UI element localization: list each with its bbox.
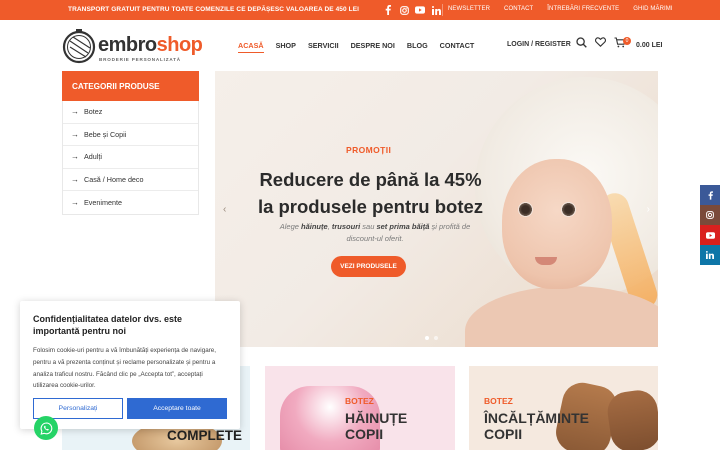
linkedin-icon[interactable] <box>700 245 720 265</box>
youtube-icon[interactable] <box>415 4 425 16</box>
embroidery-hoop-icon <box>62 29 96 64</box>
instagram-icon[interactable] <box>700 205 720 225</box>
nav-shop[interactable]: SHOP <box>276 41 296 53</box>
cart-total[interactable]: 0.00 LEI <box>636 42 662 49</box>
search-icon[interactable] <box>576 37 587 48</box>
top-bar: TRANSPORT GRATUIT PENTRU TOATE COMENZILE… <box>0 0 720 20</box>
link-faq[interactable]: ÎNTREBĂRI FRECVENTE <box>547 6 619 12</box>
arrow-right-icon: → <box>71 129 79 139</box>
logo-wordmark: embroshop <box>98 34 203 56</box>
card-image <box>605 387 658 450</box>
category-botez[interactable]: → Botez <box>63 101 198 124</box>
free-shipping-notice: TRANSPORT GRATUIT PENTRU TOATE COMENZILE… <box>68 6 360 13</box>
nav-contact[interactable]: CONTACT <box>440 41 475 53</box>
site-logo[interactable]: embroshop BRODERIE PERSONALIZATĂ <box>62 28 203 68</box>
card-title: ÎNCĂLȚĂMINTE COPII <box>484 410 589 442</box>
cookie-consent-dialog: Confidențialitatea datelor dvs. este imp… <box>20 301 240 429</box>
link-newsletter[interactable]: NEWSLETTER <box>448 6 490 12</box>
slider-next-icon[interactable]: › <box>647 204 650 215</box>
hero-slider: PROMOȚII Reducere de până la 45% la prod… <box>215 71 658 347</box>
nav-about[interactable]: DESPRE NOI <box>351 41 395 53</box>
topbar-socials <box>383 4 441 16</box>
arrow-right-icon: → <box>71 197 79 207</box>
cookie-accept-all-button[interactable]: Acceptare toate <box>127 398 227 419</box>
link-contact[interactable]: CONTACT <box>504 6 533 12</box>
hero-image-baby-body <box>465 286 658 347</box>
card-title: COMPLETE <box>167 428 243 443</box>
hero-subtitle: Alege hăinuțe, trusouri sau set prima bă… <box>279 222 471 243</box>
slider-prev-icon[interactable]: ‹ <box>223 204 226 215</box>
card-title: HĂINUȚE COPII <box>345 410 408 442</box>
youtube-icon[interactable] <box>700 225 720 245</box>
topbar-links: NEWSLETTER CONTACT ÎNTREBĂRI FRECVENTE G… <box>448 6 687 12</box>
category-evenimente[interactable]: → Evenimente <box>63 191 198 214</box>
slider-dots <box>425 336 438 340</box>
floating-socials <box>700 185 720 265</box>
hero-image-eye <box>518 202 533 217</box>
main-nav: ACASĂ SHOP SERVICII DESPRE NOI BLOG CONT… <box>238 41 474 53</box>
category-casa-home-deco[interactable]: → Casă / Home deco <box>63 169 198 191</box>
slider-dot[interactable] <box>434 336 438 340</box>
category-adulti[interactable]: → Adulți <box>63 146 198 169</box>
whatsapp-chat-icon[interactable] <box>34 416 58 440</box>
instagram-icon[interactable] <box>399 4 409 16</box>
linkedin-icon[interactable] <box>431 4 441 16</box>
arrow-right-icon: → <box>71 174 79 184</box>
arrow-right-icon: → <box>71 107 79 117</box>
hero-title: Reducere de până la 45% la produsele pen… <box>257 169 484 217</box>
card-category: BOTEZ <box>484 396 513 406</box>
view-products-button[interactable]: VEZI PRODUSELE <box>331 256 406 277</box>
categories-header: CATEGORII PRODUSE <box>62 71 199 101</box>
arrow-right-icon: → <box>71 152 79 162</box>
nav-blog[interactable]: BLOG <box>407 41 428 53</box>
hero-kicker: PROMOȚII <box>346 145 392 155</box>
hero-image-eye <box>561 202 576 217</box>
categories-list: → Botez → Bebe și Copii → Adulți → Casă / Ho… <box>62 101 199 215</box>
promo-card-2[interactable]: BOTEZ HĂINUȚE COPII <box>265 366 455 450</box>
cookie-title: Confidențialitatea datelor dvs. este imp… <box>33 314 183 336</box>
nav-home[interactable]: ACASĂ <box>238 41 264 53</box>
card-category: BOTEZ <box>345 396 374 406</box>
facebook-icon[interactable] <box>383 4 393 16</box>
hero-image-baby-face <box>502 159 612 289</box>
cookie-buttons: Personalizați Acceptare toate <box>33 398 227 419</box>
slider-dot[interactable] <box>425 336 429 340</box>
nav-services[interactable]: SERVICII <box>308 41 339 53</box>
cookie-body: Folosim cookie-uri pentru a vă îmbunătăț… <box>33 347 217 390</box>
logo-tagline: BRODERIE PERSONALIZATĂ <box>99 57 181 62</box>
link-size-guide[interactable]: GHID MĂRIMI <box>633 6 672 12</box>
cart-count-badge: 0 <box>623 37 631 45</box>
facebook-icon[interactable] <box>700 185 720 205</box>
category-bebe-copii[interactable]: → Bebe și Copii <box>63 124 198 146</box>
divider <box>442 4 443 16</box>
login-register-link[interactable]: LOGIN / REGISTER <box>507 41 571 48</box>
wishlist-heart-icon[interactable] <box>595 37 606 47</box>
promo-card-3[interactable]: BOTEZ ÎNCĂLȚĂMINTE COPII <box>469 366 658 450</box>
